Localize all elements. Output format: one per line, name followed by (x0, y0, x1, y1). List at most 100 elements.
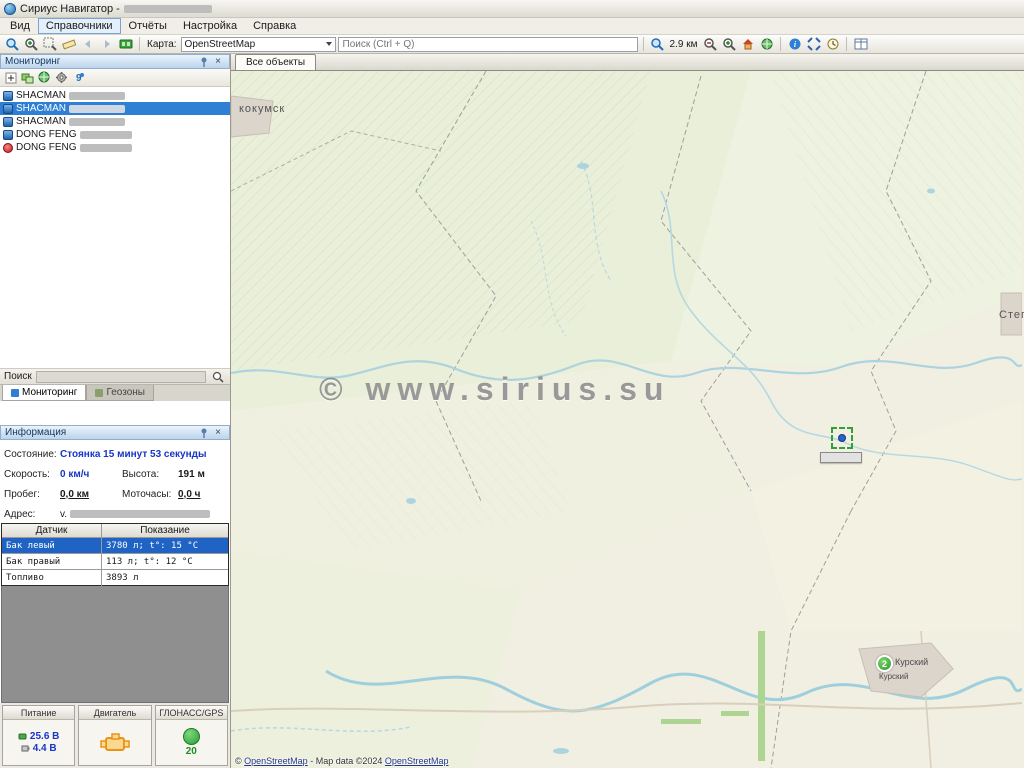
groups-icon[interactable] (20, 71, 35, 85)
gps-panel: ГЛОНАСС/GPS 20 (155, 705, 228, 766)
battery-icon (21, 744, 30, 753)
osm-link-2[interactable]: OpenStreetMap (385, 756, 449, 766)
home-icon[interactable] (739, 36, 756, 52)
forward-icon[interactable] (98, 36, 115, 52)
globe-icon[interactable] (758, 36, 775, 52)
sensor-row[interactable]: Бак правый 113 л; t°: 12 °C (2, 554, 228, 570)
vehicle-name: SHACMAN (16, 116, 66, 127)
list-search-input[interactable] (36, 371, 206, 383)
monitor-tab-icon (11, 389, 19, 397)
toolbar-separator (780, 37, 781, 51)
power-plug-icon (18, 732, 27, 741)
menu-vid[interactable]: Вид (2, 18, 38, 34)
pin-icon[interactable] (197, 56, 211, 68)
sensor-name: Бак правый (2, 554, 102, 569)
fit-screen-icon[interactable] (805, 36, 822, 52)
info-body: Состояние: Стоянка 15 минут 53 секунды С… (0, 440, 230, 523)
scale-magnifier-icon[interactable] (649, 36, 666, 52)
zoom-out-icon[interactable] (701, 36, 718, 52)
sensor-row-selected[interactable]: Бак левый 3780 л; t°: 15 °C (2, 538, 228, 554)
vehicle-status-icon (3, 143, 13, 153)
menu-bar: Вид Справочники Отчёты Настройка Справка (0, 18, 1024, 35)
table-view-icon[interactable] (852, 36, 869, 52)
vehicle-name: DONG FENG (16, 129, 77, 140)
vehicle-row[interactable]: DONG FENG (0, 141, 230, 154)
menu-otchety[interactable]: Отчёты (121, 18, 175, 34)
vehicle-status-icon (3, 117, 13, 127)
gps-signal-icon (183, 728, 200, 745)
state-value: Стоянка 15 минут 53 секунды (60, 449, 226, 460)
pin-icon[interactable] (197, 427, 211, 439)
map-source-select[interactable]: OpenStreetMap (181, 37, 336, 52)
map-source-label: Карта: (145, 39, 179, 50)
redacted-plate (69, 118, 125, 126)
vehicle-status-icon (3, 91, 13, 101)
sensor-table: Датчик Показание Бак левый 3780 л; t°: 1… (1, 523, 229, 586)
expand-all-icon[interactable] (3, 71, 18, 85)
info-panel-title: Информация (5, 427, 66, 438)
vehicle-cluster-badge[interactable]: 2 (876, 655, 893, 672)
engine-panel-title: Двигатель (79, 706, 150, 720)
redacted-plate (69, 105, 125, 113)
power-voltage-backup: 4.4 В (33, 743, 57, 754)
redacted-vehicle-plate-label (820, 452, 862, 463)
map-source-value: OpenStreetMap (185, 39, 256, 50)
map-label-town-bottom2: Курский (879, 672, 908, 681)
menu-spravochniki[interactable]: Справочники (38, 18, 121, 34)
main-toolbar: Карта: OpenStreetMap 2.9 км i (0, 35, 1024, 54)
sensor-name: Бак левый (2, 538, 102, 553)
hours-value[interactable]: 0,0 ч (178, 489, 226, 500)
history-clock-icon[interactable] (824, 36, 841, 52)
vehicle-name: DONG FENG (16, 142, 77, 153)
tracks-icon[interactable] (117, 36, 134, 52)
back-icon[interactable] (79, 36, 96, 52)
ruler-icon[interactable] (60, 36, 77, 52)
sensor-row[interactable]: Топливо 3893 л (2, 570, 228, 586)
toolbar-separator (139, 37, 140, 51)
vehicle-row[interactable]: SHACMAN (0, 115, 230, 128)
site-watermark: © www.sirius.su (319, 371, 670, 408)
vehicle-row[interactable]: DONG FENG (0, 128, 230, 141)
vehicle-status-icon (3, 130, 13, 140)
altitude-label: Высота: (122, 469, 178, 480)
pan-zoom-icon[interactable] (3, 36, 20, 52)
map-attribution: © OpenStreetMap - Map data ©2024 OpenStr… (235, 756, 448, 766)
show-on-map-icon[interactable] (37, 71, 52, 85)
numbering-icon[interactable]: 9 (71, 71, 86, 85)
map-label-town-top: кокумск (239, 103, 285, 115)
settings-gear-icon[interactable] (54, 71, 69, 85)
power-panel: Питание 25.6 В 4.4 В (2, 705, 75, 766)
menu-spravka[interactable]: Справка (245, 18, 304, 34)
tab-monitoring[interactable]: Мониторинг (2, 385, 86, 401)
menu-nastroyka[interactable]: Настройка (175, 18, 245, 34)
app-icon (4, 3, 16, 15)
zoom-in-icon[interactable] (22, 36, 39, 52)
vehicle-status-icon (3, 104, 13, 114)
mileage-label: Пробег: (4, 489, 60, 500)
mileage-value[interactable]: 0,0 км (60, 489, 122, 500)
global-search-input[interactable] (338, 37, 638, 52)
close-icon[interactable]: × (211, 56, 225, 68)
vehicle-row[interactable]: SHACMAN (0, 89, 230, 102)
selected-vehicle-marker[interactable] (831, 427, 853, 449)
close-icon[interactable]: × (211, 427, 225, 439)
tab-all-objects[interactable]: Все объекты (235, 54, 316, 70)
info-icon[interactable]: i (786, 36, 803, 52)
engine-icon (100, 732, 130, 754)
map-canvas[interactable]: © www.sirius.su кокумск Степ Курский Кур… (231, 71, 1024, 768)
redacted-plate (69, 92, 125, 100)
sensor-table-header: Датчик Показание (2, 524, 228, 538)
search-icon[interactable] (210, 370, 226, 384)
monitoring-toolbar: 9 (0, 69, 230, 87)
tab-geozones[interactable]: Геозоны (86, 385, 154, 401)
osm-link[interactable]: OpenStreetMap (244, 756, 308, 766)
vehicle-row-selected[interactable]: SHACMAN (0, 102, 230, 115)
zoom-in-small-icon[interactable] (720, 36, 737, 52)
attribution-mid: - Map data ©2024 (310, 756, 382, 766)
toolbar-separator (846, 37, 847, 51)
power-voltage-main: 25.6 В (30, 731, 59, 742)
engine-panel: Двигатель (78, 705, 151, 766)
zoom-window-icon[interactable] (41, 36, 58, 52)
vehicle-list: SHACMAN SHACMAN SHACMAN DONG FENG DONG F (0, 87, 230, 368)
speed-value: 0 км/ч (60, 469, 122, 480)
